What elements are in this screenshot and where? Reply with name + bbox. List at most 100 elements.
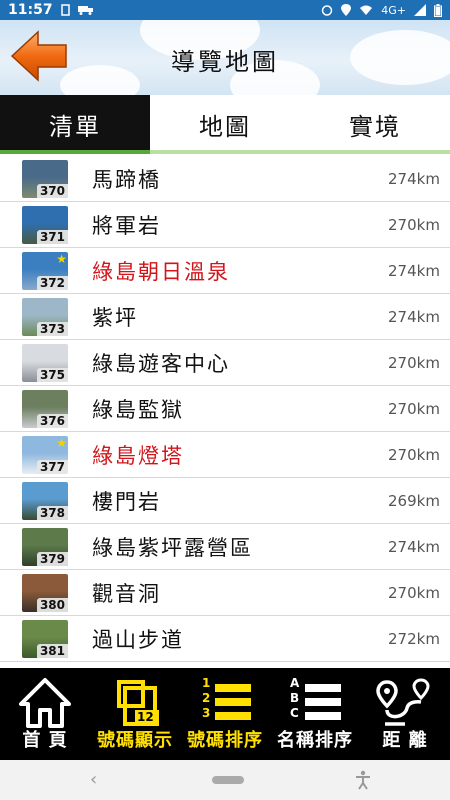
poi-number: 380 [36,598,68,612]
list-item[interactable]: 378 樓門岩 269km [0,478,450,524]
header: 導覽地圖 [0,20,450,95]
route-pin-icon [376,678,430,726]
sort-by-number-label: 號碼排序 [187,730,263,751]
poi-name: 綠島朝日溫泉 [92,259,230,284]
distance-label: 距 離 [382,730,428,751]
sort-by-name-button[interactable]: A B C 名稱排序 [270,668,360,760]
home-label: 首 頁 [22,730,68,751]
list-item[interactable]: ★ 377 綠島燈塔 270km [0,432,450,478]
list-item[interactable]: 371 將軍岩 270km [0,202,450,248]
poi-number: 379 [36,552,68,566]
tab-indicator [0,150,450,154]
poi-distance: 274km [388,169,440,188]
abc-a: A [290,676,300,690]
poi-number: 373 [36,322,68,336]
num-3: 3 [202,706,211,720]
tab-map[interactable]: 地圖 [150,95,300,153]
num-2: 2 [202,691,211,705]
tab-list[interactable]: 清單 [0,95,150,153]
poi-distance: 269km [388,491,440,510]
poi-distance: 274km [388,537,440,556]
poi-name: 綠島紫坪露營區 [92,535,253,560]
poi-name: 綠島燈塔 [92,443,184,468]
battery-icon [434,3,442,17]
poi-thumbnail: 371 [22,206,68,244]
list-item[interactable]: 376 綠島監獄 270km [0,386,450,432]
number-display-icon [117,680,159,726]
poi-distance: 274km [388,307,440,326]
location-icon [341,4,352,16]
bottom-toolbar: 首 頁 12 號碼顯示 1 2 3 號碼排序 A B C 名稱排序 距 離 [0,668,450,760]
tab-ar[interactable]: 實境 [300,95,450,153]
poi-thumbnail: 373 [22,298,68,336]
abc-b: B [290,691,300,705]
network-type: 4G+ [381,3,406,17]
poi-name: 過山步道 [92,627,184,652]
list-item[interactable]: 381 過山步道 272km [0,616,450,662]
signal-icon [414,4,426,16]
home-icon [19,678,71,728]
truck-icon [77,6,93,15]
home-button[interactable]: 首 頁 [0,668,90,760]
poi-name: 觀音洞 [92,581,161,606]
sort-by-name-label: 名稱排序 [277,730,353,751]
list-item[interactable]: 373 紫坪 274km [0,294,450,340]
poi-name: 紫坪 [92,305,138,330]
featured-star-icon: ★ [56,436,67,450]
poi-thumbnail: 378 [22,482,68,520]
poi-name: 樓門岩 [92,489,161,514]
poi-thumbnail: 376 [22,390,68,428]
poi-thumbnail: 380 [22,574,68,612]
nav-home-icon[interactable] [212,776,244,784]
show-number-button[interactable]: 12 號碼顯示 [90,668,180,760]
poi-thumbnail: ★ 377 [22,436,68,474]
abc-c: C [290,706,299,720]
show-number-label: 號碼顯示 [97,730,173,751]
poi-number: 381 [36,644,68,658]
poi-distance: 272km [388,629,440,648]
poi-number: 378 [36,506,68,520]
poi-number: 376 [36,414,68,428]
number-badge: 12 [137,710,154,724]
poi-distance: 274km [388,261,440,280]
page-title: 導覽地圖 [171,48,279,76]
poi-distance: 270km [388,353,440,372]
tab-bar: 清單 地圖 實境 [0,95,450,153]
poi-distance: 270km [388,583,440,602]
poi-thumbnail: 381 [22,620,68,658]
poi-number: 371 [36,230,68,244]
poi-number: 375 [36,368,68,382]
poi-name: 將軍岩 [92,213,161,238]
list-item[interactable]: ★ 372 綠島朝日溫泉 274km [0,248,450,294]
list-item[interactable]: 380 觀音洞 270km [0,570,450,616]
poi-number: 370 [36,184,68,198]
alarm-icon [322,5,333,16]
featured-star-icon: ★ [56,252,67,266]
poi-list[interactable]: 370 馬蹄橋 274km 371 將軍岩 270km ★ 372 綠島朝日溫泉 274km 373… [0,156,450,666]
wifi-icon [360,5,373,15]
status-bar: 11:57 4G+ [0,0,450,20]
list-item[interactable]: 375 綠島遊客中心 270km [0,340,450,386]
poi-name: 綠島監獄 [92,397,184,422]
poi-thumbnail: 375 [22,344,68,382]
num-1: 1 [202,676,211,690]
sim-icon [60,4,70,16]
nav-back-icon[interactable]: ‹ [90,769,97,790]
list-item[interactable]: 370 馬蹄橋 274km [0,156,450,202]
poi-thumbnail: 370 [22,160,68,198]
status-time: 11:57 [8,2,53,18]
poi-name: 馬蹄橋 [92,167,161,192]
accessibility-icon[interactable] [355,770,371,790]
poi-thumbnail: 379 [22,528,68,566]
sort-by-number-button[interactable]: 1 2 3 號碼排序 [180,668,270,760]
poi-distance: 270km [388,399,440,418]
list-item[interactable]: 379 綠島紫坪露營區 274km [0,524,450,570]
poi-distance: 270km [388,445,440,464]
system-nav-bar: ‹ [0,760,450,800]
poi-name: 綠島遊客中心 [92,351,230,376]
poi-number: 372 [36,276,68,290]
poi-number: 377 [36,460,68,474]
poi-distance: 270km [388,215,440,234]
poi-thumbnail: ★ 372 [22,252,68,290]
distance-button[interactable]: 距 離 [360,668,450,760]
